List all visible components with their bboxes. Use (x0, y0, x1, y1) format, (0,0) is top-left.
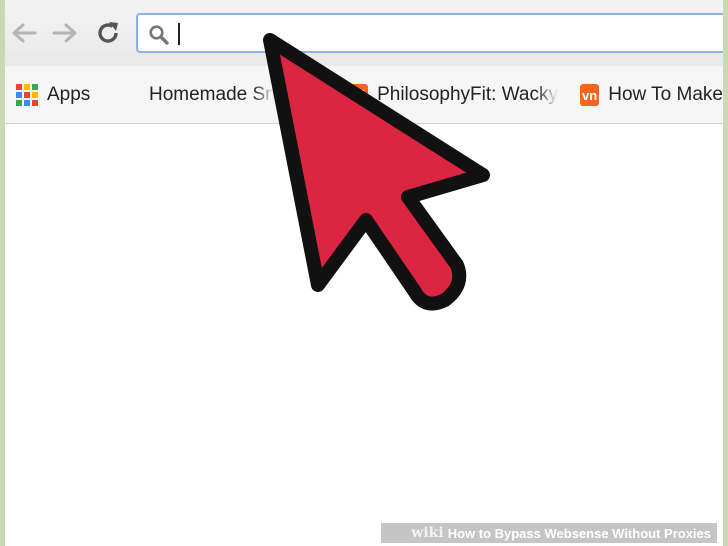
mouse-pointer-icon (263, 33, 490, 311)
wikihow-watermark: wiki How to Bypass Websense Without Prox… (381, 523, 717, 543)
browser-window: Apps Homemade Sn PhilosophyFit: Wacky vn… (5, 0, 723, 546)
watermark-text: How to Bypass Websense Without Proxies (447, 525, 711, 541)
watermark-brand: wiki (411, 525, 444, 541)
